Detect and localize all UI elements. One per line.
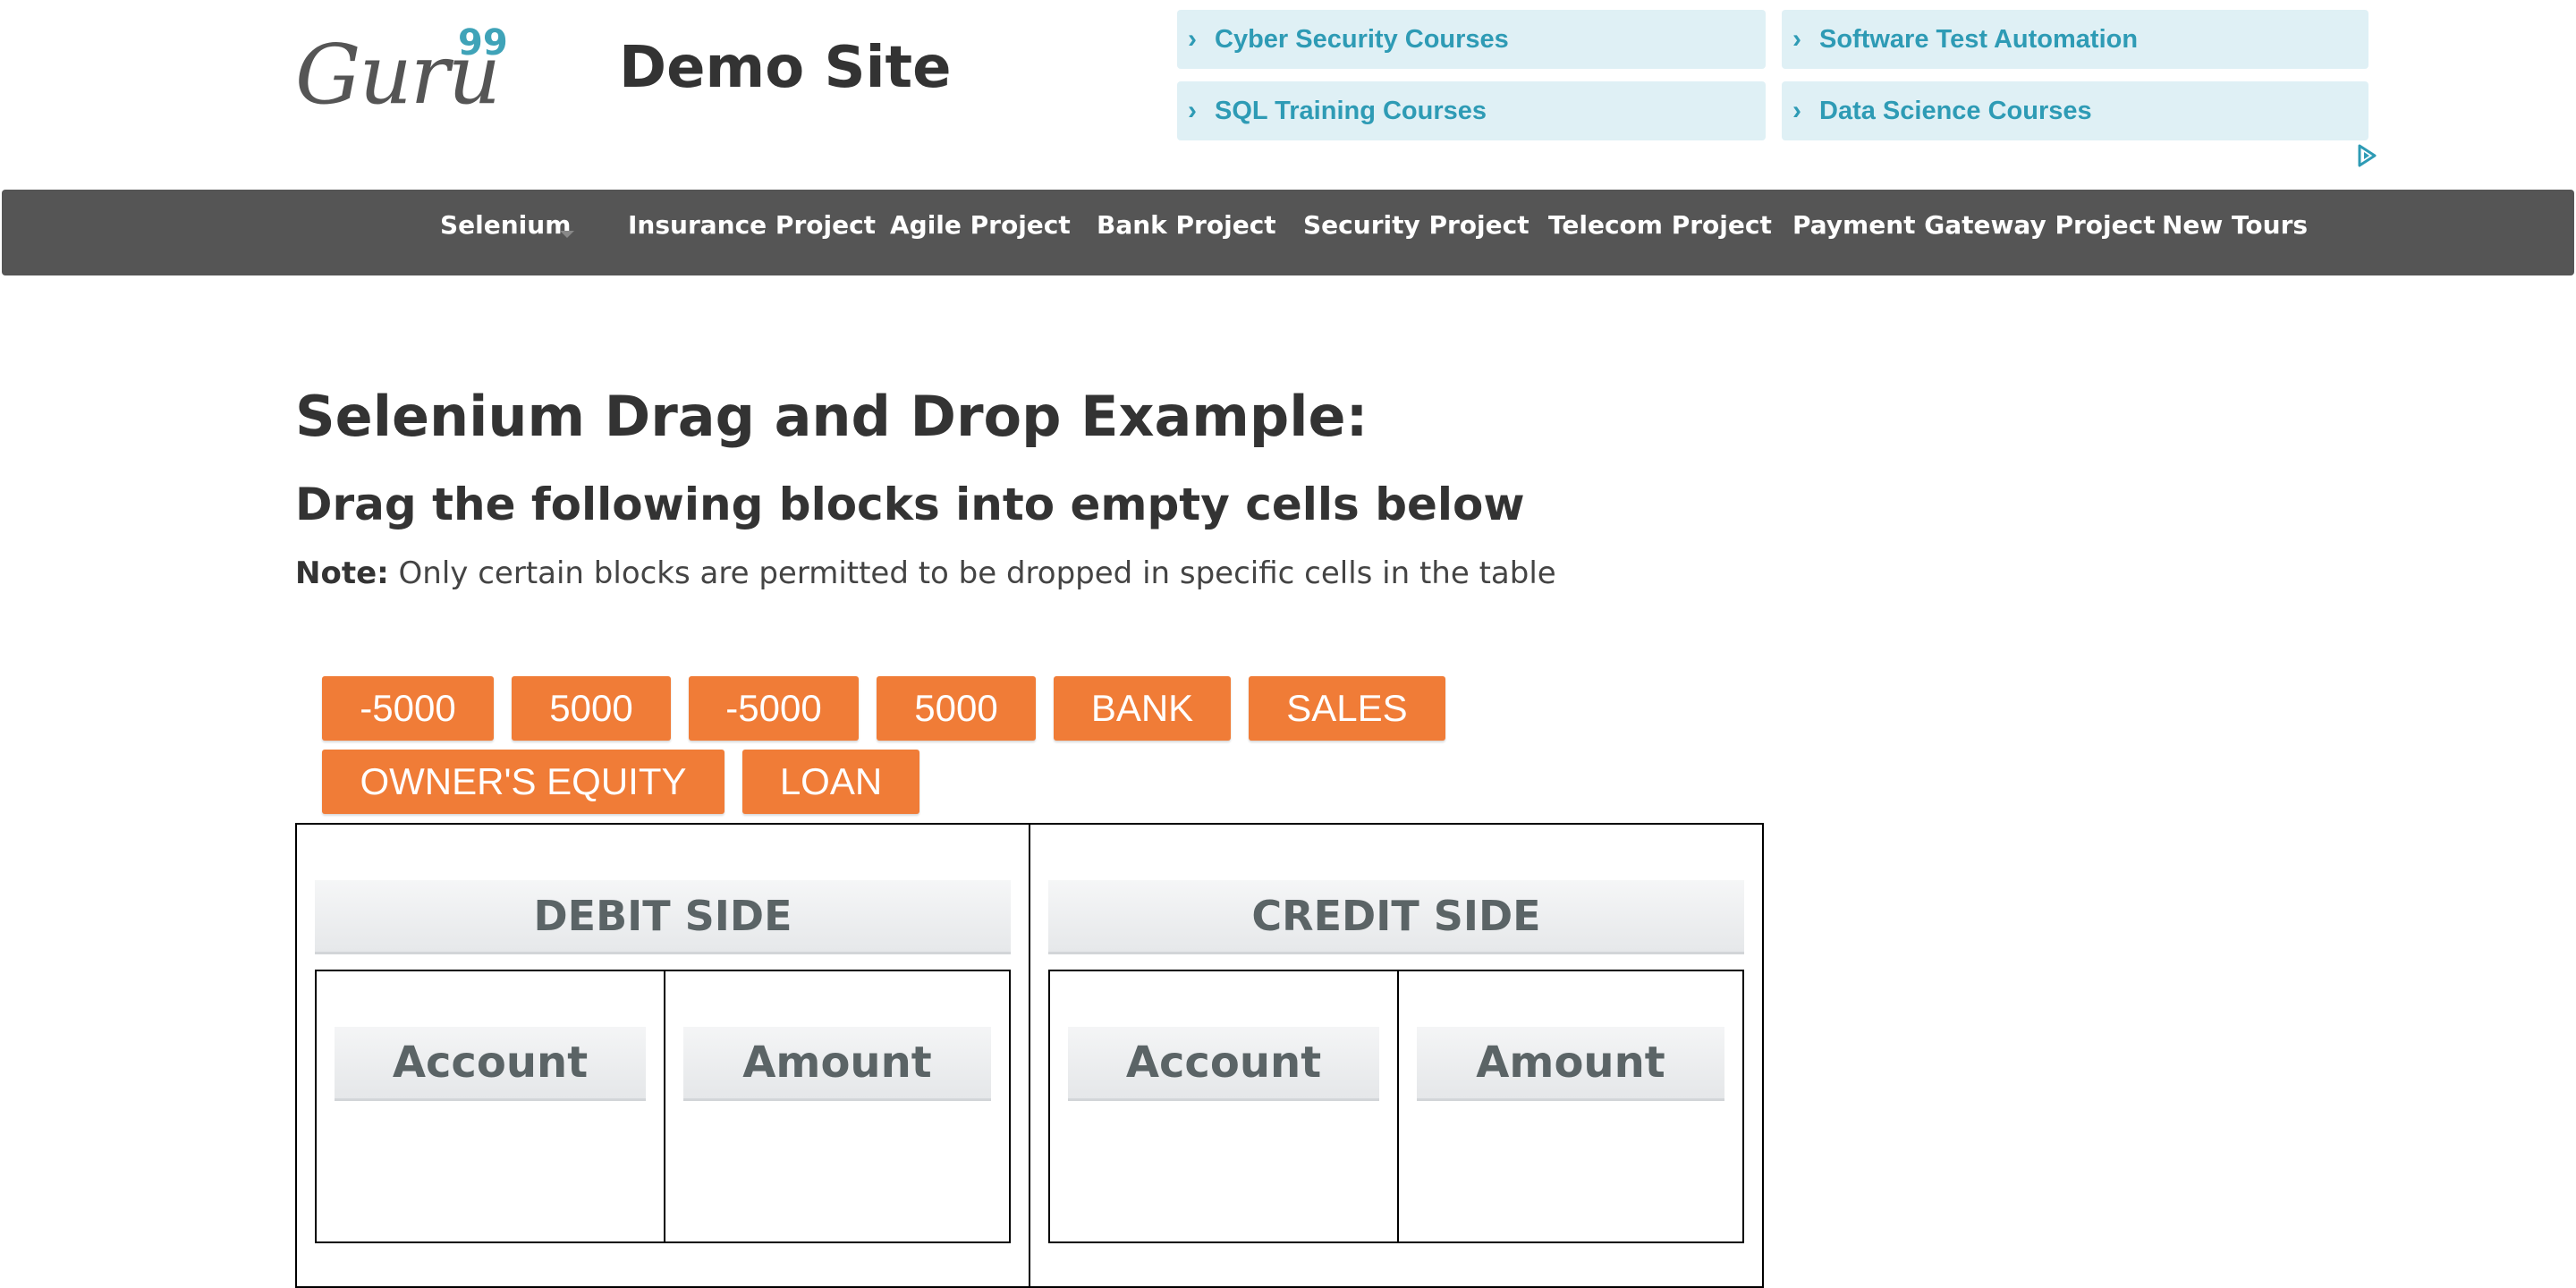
table-divider	[1029, 823, 1030, 1288]
guru99-logo[interactable]: Guru 99	[295, 22, 510, 116]
page-heading: Selenium Drag and Drop Example:	[295, 384, 1368, 449]
nav-item-selenium[interactable]: Selenium	[440, 190, 571, 275]
nav-item-security-project[interactable]: Security Project	[1303, 190, 1530, 275]
site-title: Demo Site	[619, 35, 952, 101]
ad-link-data-science[interactable]: › Data Science Courses	[1782, 81, 2368, 140]
nav-item-label: Bank Project	[1097, 210, 1276, 240]
nav-item-new-tours[interactable]: New Tours	[2162, 190, 2308, 275]
nav-item-label: Insurance Project	[628, 210, 877, 240]
chevron-right-icon: ›	[1188, 96, 1197, 125]
note-label: Note:	[295, 555, 389, 591]
ad-link-label: Cyber Security Courses	[1215, 24, 1509, 54]
nav-item-telecom-project[interactable]: Telecom Project	[1548, 190, 1772, 275]
nav-item-label: New Tours	[2162, 210, 2309, 240]
credit-account-drop-zone[interactable]	[1068, 1100, 1379, 1234]
drag-block-minus-5000[interactable]: -5000	[322, 676, 494, 741]
drag-block-5000[interactable]: 5000	[512, 676, 671, 741]
drag-block-sales[interactable]: SALES	[1249, 676, 1445, 741]
credit-amount-header: Amount	[1417, 1027, 1724, 1101]
nav-item-label: Agile Project	[890, 210, 1071, 240]
nav-item-label: Security Project	[1303, 210, 1530, 240]
ad-link-sql-training[interactable]: › SQL Training Courses	[1177, 81, 1766, 140]
nav-item-bank-project[interactable]: Bank Project	[1097, 190, 1276, 275]
chevron-right-icon: ›	[1188, 24, 1197, 54]
nav-item-label: Telecom Project	[1548, 210, 1772, 240]
ad-link-label: SQL Training Courses	[1215, 96, 1487, 125]
drag-block-5000[interactable]: 5000	[877, 676, 1036, 741]
debit-side-header: DEBIT SIDE	[315, 880, 1011, 954]
drag-block-loan[interactable]: LOAN	[742, 750, 919, 814]
page-subheading: Drag the following blocks into empty cel…	[295, 479, 1525, 530]
logo-superscript: 99	[458, 22, 508, 64]
drag-block-owners-equity[interactable]: OWNER'S EQUITY	[322, 750, 724, 814]
chevron-right-icon: ›	[1792, 96, 1801, 125]
caret-down-icon	[560, 231, 574, 238]
nav-item-insurance-project[interactable]: Insurance Project	[628, 190, 876, 275]
nav-item-label: Payment Gateway Project	[1792, 210, 2156, 240]
drag-block-bank[interactable]: BANK	[1054, 676, 1231, 741]
debit-account-header: Account	[335, 1027, 646, 1101]
drag-block-minus-5000[interactable]: -5000	[689, 676, 859, 741]
ad-link-label: Data Science Courses	[1819, 96, 2092, 125]
debit-account-drop-zone[interactable]	[335, 1100, 646, 1234]
chevron-right-icon: ›	[1792, 24, 1801, 54]
nav-item-payment-gateway-project[interactable]: Payment Gateway Project	[1792, 190, 2156, 275]
note-text: Note: Only certain blocks are permitted …	[295, 553, 1556, 594]
main-nav: Selenium Insurance Project Agile Project…	[2, 190, 2574, 275]
debit-amount-header: Amount	[683, 1027, 991, 1101]
ad-link-cyber-security[interactable]: › Cyber Security Courses	[1177, 10, 1766, 69]
credit-amount-drop-zone[interactable]	[1417, 1100, 1724, 1234]
ad-link-label: Software Test Automation	[1819, 24, 2139, 54]
ad-choices-icon[interactable]	[2356, 143, 2377, 168]
note-body: Only certain blocks are permitted to be …	[388, 555, 1556, 591]
credit-side-header: CREDIT SIDE	[1048, 880, 1744, 954]
debit-table-divider	[664, 970, 665, 1243]
debit-amount-drop-zone[interactable]	[683, 1100, 991, 1234]
credit-table-divider	[1397, 970, 1399, 1243]
nav-item-label: Selenium	[440, 210, 572, 240]
nav-item-agile-project[interactable]: Agile Project	[890, 190, 1071, 275]
ad-link-software-test-automation[interactable]: › Software Test Automation	[1782, 10, 2368, 69]
credit-account-header: Account	[1068, 1027, 1379, 1101]
